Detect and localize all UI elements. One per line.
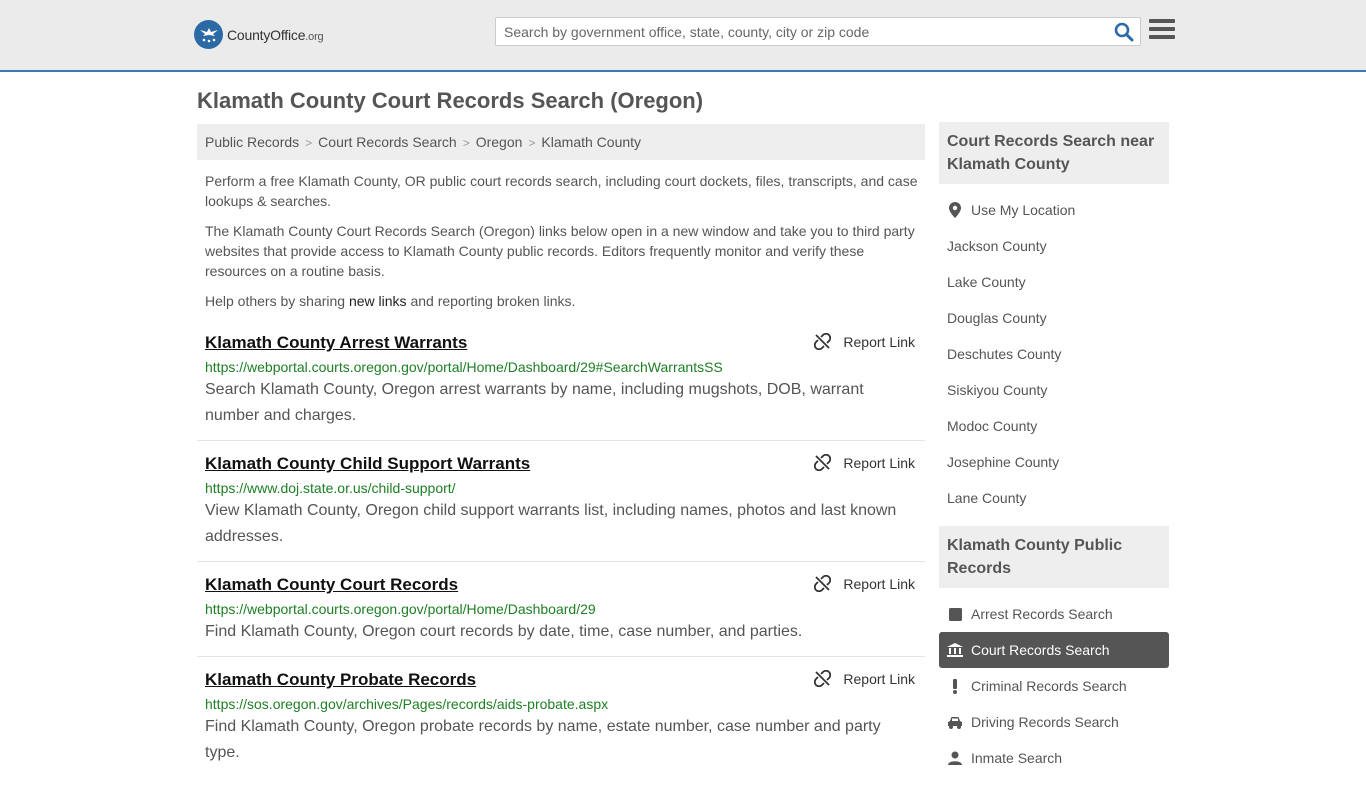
logo[interactable]: CountyOffice.org (194, 20, 324, 49)
exclamation-icon (947, 678, 963, 694)
report-link-button[interactable]: Report Link (814, 333, 915, 350)
new-links-link[interactable]: new links (349, 293, 407, 309)
intro: Perform a free Klamath County, OR public… (205, 171, 920, 321)
inmate-search-link[interactable]: Inmate Search (971, 750, 1062, 766)
intro-paragraph: The Klamath County Court Records Search … (205, 223, 915, 279)
hamburger-menu-icon[interactable] (1149, 19, 1175, 43)
nearby-county-item: Lane County (939, 480, 1169, 516)
nearby-county-link[interactable]: Modoc County (947, 418, 1037, 434)
nearby-county-link[interactable]: Jackson County (947, 238, 1047, 254)
public-records-list: Arrest Records Search Court Records Sear… (939, 588, 1169, 786)
search-box (495, 17, 1141, 46)
resource-url: https://webportal.courts.oregon.gov/port… (205, 601, 596, 617)
broken-link-icon (814, 670, 832, 687)
resource-list: Klamath County Arrest Warrants Report Li… (197, 326, 925, 783)
nearby-heading: Court Records Search near Klamath County (939, 122, 1169, 184)
resource-description: Search Klamath County, Oregon arrest war… (205, 381, 864, 424)
public-record-item: Inmate Search (939, 740, 1169, 776)
logo-eagle-icon (194, 20, 223, 49)
arrest-records-search-link[interactable]: Arrest Records Search (971, 606, 1113, 622)
breadcrumb-separator: > (305, 136, 313, 150)
list-item: Klamath County Arrest Warrants Report Li… (197, 326, 925, 441)
breadcrumb-separator: > (528, 136, 536, 150)
list-item: Klamath County Probate Records Report Li… (197, 663, 925, 777)
criminal-records-search-link[interactable]: Criminal Records Search (971, 678, 1127, 694)
breadcrumb-court-records-search[interactable]: Court Records Search (318, 134, 457, 150)
nearby-county-item: Modoc County (939, 408, 1169, 444)
resource-title-link[interactable]: Klamath County Child Support Warrants (205, 454, 530, 474)
breadcrumb-oregon[interactable]: Oregon (476, 134, 523, 150)
logo-text: CountyOffice.org (227, 26, 324, 43)
resource-title-link[interactable]: Klamath County Arrest Warrants (205, 333, 467, 353)
broken-link-icon (814, 333, 832, 350)
breadcrumb-separator: > (462, 136, 470, 150)
page-title: Klamath County Court Records Search (Ore… (197, 88, 704, 113)
intro-paragraph: Perform a free Klamath County, OR public… (205, 173, 918, 209)
driving-records-search-link[interactable]: Driving Records Search (971, 714, 1119, 730)
top-bar: CountyOffice.org (0, 0, 1366, 72)
public-record-item-active: Court Records Search (939, 632, 1169, 668)
resource-description: Find Klamath County, Oregon probate reco… (205, 718, 881, 761)
nearby-county-link[interactable]: Lane County (947, 490, 1026, 506)
public-record-item: Driving Records Search (939, 704, 1169, 740)
share-paragraph: Help others by sharing new links and rep… (205, 293, 576, 309)
inmate-icon (947, 751, 963, 765)
use-my-location-link[interactable]: Use My Location (971, 202, 1075, 218)
courthouse-icon (947, 643, 963, 657)
nearby-county-link[interactable]: Lake County (947, 274, 1026, 290)
report-link-button[interactable]: Report Link (814, 575, 915, 592)
resource-description: Find Klamath County, Oregon court record… (205, 623, 803, 640)
resource-url: https://webportal.courts.oregon.gov/port… (205, 359, 723, 375)
square-icon (947, 607, 963, 621)
car-icon (947, 716, 963, 729)
nearby-list: Use My Location Jackson County Lake Coun… (939, 184, 1169, 526)
broken-link-icon (814, 575, 832, 592)
nearby-county-link[interactable]: Deschutes County (947, 346, 1061, 362)
sidebar: Court Records Search near Klamath County… (939, 122, 1169, 786)
breadcrumb-klamath-county[interactable]: Klamath County (541, 134, 641, 150)
breadcrumb-public-records[interactable]: Public Records (205, 134, 299, 150)
report-link-button[interactable]: Report Link (814, 454, 915, 471)
report-link-button[interactable]: Report Link (814, 670, 915, 687)
nearby-county-item: Josephine County (939, 444, 1169, 480)
public-record-item: Arrest Records Search (939, 596, 1169, 632)
public-record-item: Criminal Records Search (939, 668, 1169, 704)
resource-title-link[interactable]: Klamath County Probate Records (205, 670, 476, 690)
map-marker-icon (947, 202, 963, 218)
resource-url: https://www.doj.state.or.us/child-suppor… (205, 480, 456, 496)
search-icon[interactable] (1114, 22, 1134, 42)
nearby-county-item: Jackson County (939, 228, 1169, 264)
nearby-county-item: Siskiyou County (939, 372, 1169, 408)
court-records-search-link[interactable]: Court Records Search (971, 642, 1110, 658)
public-records-heading: Klamath County Public Records (939, 526, 1169, 588)
breadcrumb: Public Records > Court Records Search > Oreg… (197, 124, 925, 160)
nearby-county-link[interactable]: Douglas County (947, 310, 1047, 326)
nearby-county-link[interactable]: Siskiyou County (947, 382, 1047, 398)
nearby-county-item: Lake County (939, 264, 1169, 300)
resource-url: https://sos.oregon.gov/archives/Pages/re… (205, 696, 609, 712)
list-item: Klamath County Court Records Report Link… (197, 568, 925, 657)
resource-description: View Klamath County, Oregon child suppor… (205, 502, 897, 545)
broken-link-icon (814, 454, 832, 471)
nearby-county-link[interactable]: Josephine County (947, 454, 1059, 470)
search-input[interactable] (496, 18, 1106, 45)
resource-title-link[interactable]: Klamath County Court Records (205, 575, 458, 595)
nearby-county-item: Douglas County (939, 300, 1169, 336)
nearby-county-item: Deschutes County (939, 336, 1169, 372)
use-my-location-item: Use My Location (939, 192, 1169, 228)
list-item: Klamath County Child Support Warrants Re… (197, 447, 925, 562)
